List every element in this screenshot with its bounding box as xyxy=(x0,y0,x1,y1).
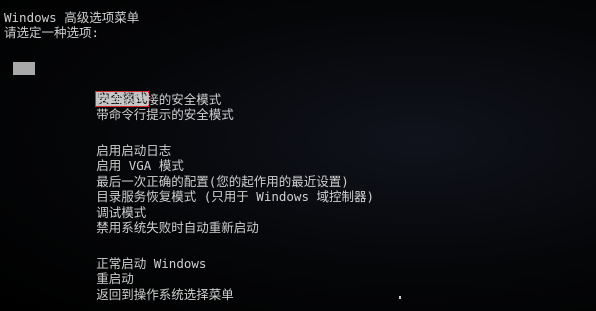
option-safe-mode[interactable]: 安全模式 xyxy=(0,61,596,107)
option-label: 禁用系统失败时自动重新启动 xyxy=(96,220,259,235)
selection-highlight-bar xyxy=(13,62,35,75)
text-cursor xyxy=(399,296,401,299)
menu-title: Windows 高级选项菜单 xyxy=(4,10,140,25)
option-safe-mode-command-prompt[interactable]: 带命令行提示的安全模式 xyxy=(0,92,596,122)
option-debugging-mode[interactable]: 调试模式 xyxy=(0,190,596,220)
option-label: 带命令行提示的安全模式 xyxy=(96,107,234,122)
option-return-to-os-menu[interactable]: 返回到操作系统选择菜单 xyxy=(0,272,596,302)
boot-options-screen: Windows 高级选项菜单 请选定一种选项: 安全模式 带网络连接的安全模式 … xyxy=(0,0,596,311)
option-reboot[interactable]: 重启动 xyxy=(0,256,596,286)
option-label: 返回到操作系统选择菜单 xyxy=(96,286,234,302)
option-safe-mode-networking[interactable]: 带网络连接的安全模式 xyxy=(0,77,596,107)
option-enable-boot-logging[interactable]: 启用启动日志 xyxy=(0,128,596,158)
menu-prompt: 请选定一种选项: xyxy=(4,25,100,40)
menu-header: Windows 高级选项菜单 请选定一种选项: xyxy=(4,10,139,40)
option-start-windows-normally[interactable]: 正常启动 Windows xyxy=(0,241,596,271)
option-enable-vga-mode[interactable]: 启用 VGA 模式 xyxy=(0,143,596,173)
advanced-options-menu: 安全模式 带网络连接的安全模式 带命令行提示的安全模式 启用启动日志 启用 VG… xyxy=(0,61,596,302)
menu-group-advanced: 启用启动日志 启用 VGA 模式 最后一次正确的配置(您的起作用的最近设置) 目… xyxy=(0,128,596,236)
menu-group-safe-modes: 安全模式 带网络连接的安全模式 带命令行提示的安全模式 xyxy=(0,61,596,122)
option-disable-auto-restart[interactable]: 禁用系统失败时自动重新启动 xyxy=(0,205,596,235)
option-directory-services-restore-mode[interactable]: 目录服务恢复模式 (只用于 Windows 域控制器) xyxy=(0,174,596,204)
menu-group-startup: 正常启动 Windows 重启动 返回到操作系统选择菜单 xyxy=(0,241,596,302)
option-last-known-good-configuration[interactable]: 最后一次正确的配置(您的起作用的最近设置) xyxy=(0,159,596,189)
